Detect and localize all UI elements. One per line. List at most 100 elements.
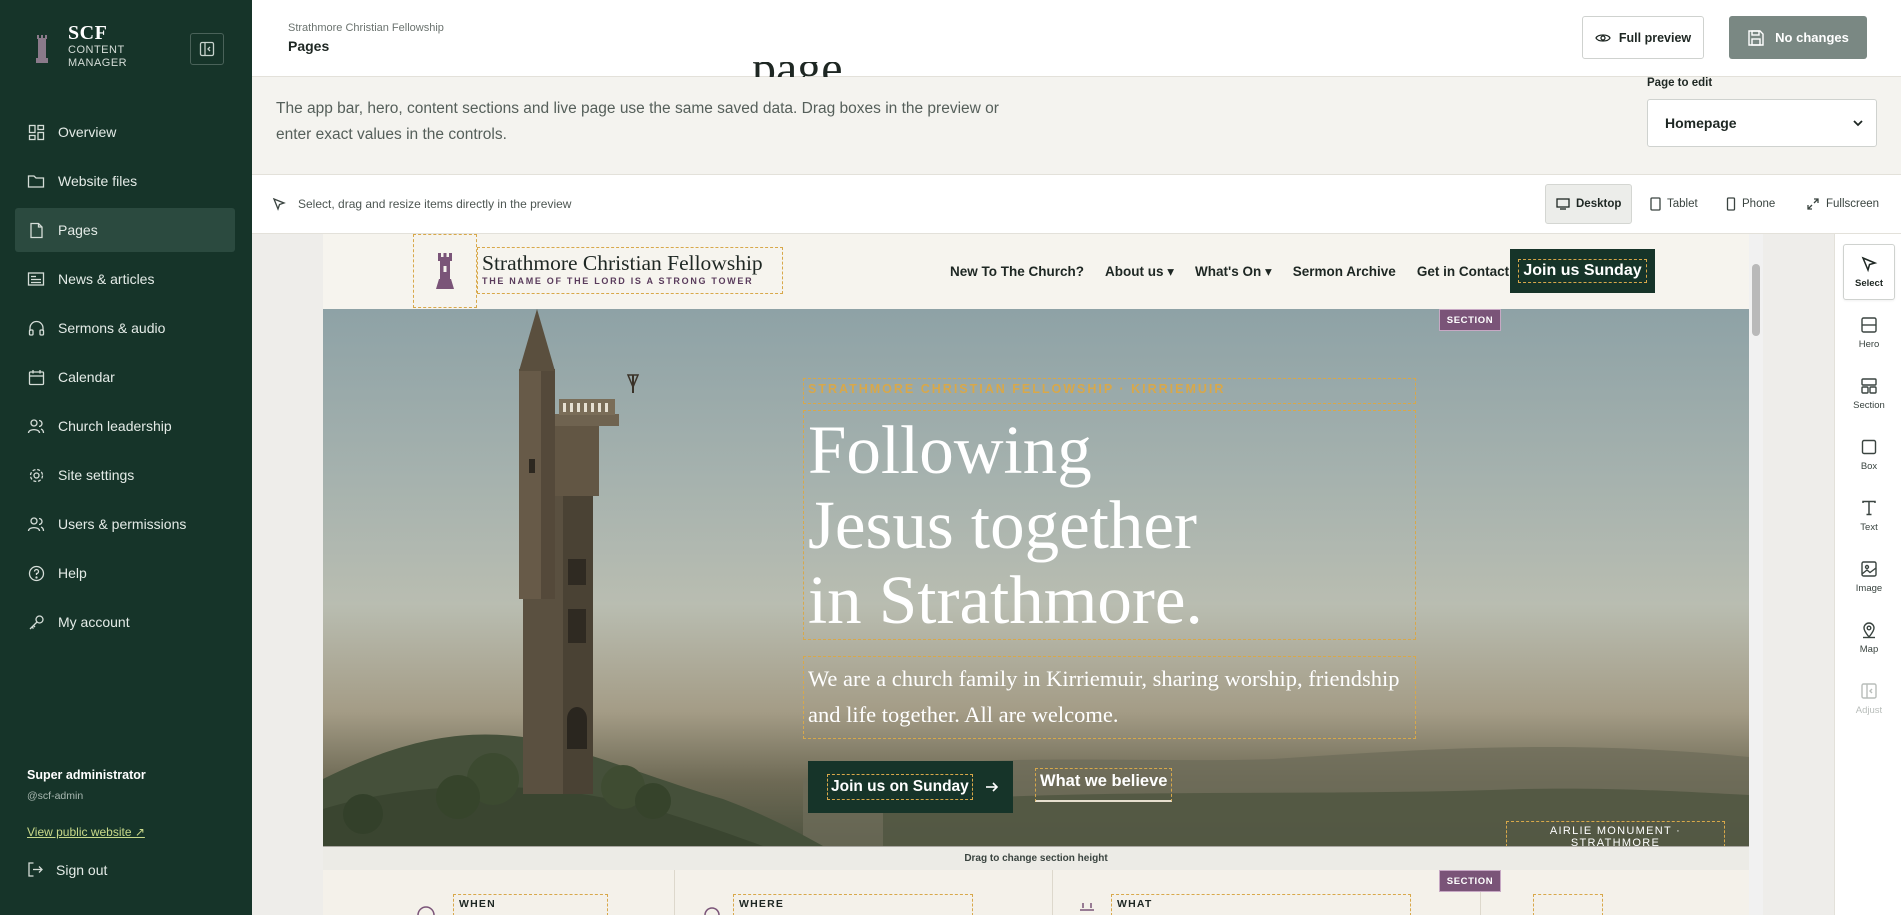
sidebar-item-sermons[interactable]: Sermons & audio (15, 306, 235, 350)
site-nav-about[interactable]: About us ▾ (1105, 264, 1174, 280)
tool-adjust[interactable]: Adjust (1843, 671, 1895, 727)
tool-box[interactable]: Box (1843, 427, 1895, 483)
breadcrumb[interactable]: Strathmore Christian Fellowship (288, 22, 444, 34)
site-cta-button[interactable]: Join us Sunday (1510, 249, 1655, 293)
hero-secondary-button[interactable]: What we believe (1035, 768, 1173, 802)
tool-text[interactable]: Text (1843, 488, 1895, 544)
hero-section[interactable]: SECTION STRATHMORE CHRISTIAN FELLOWSHIP … (323, 309, 1749, 846)
sidebar-item-church-leadership[interactable]: Church leadership (15, 404, 235, 448)
brand[interactable]: SCF CONTENT MANAGER (28, 22, 127, 70)
headphones-icon (27, 319, 45, 337)
sidebar-item-label: Church leadership (58, 418, 172, 434)
tool-label: Hero (1858, 339, 1880, 350)
sidebar-item-my-account[interactable]: My account (15, 600, 235, 644)
sign-out-button[interactable]: Sign out (27, 861, 107, 878)
tool-map[interactable]: Map (1843, 610, 1895, 666)
preview-canvas[interactable]: Strathmore Christian Fellowship THE NAME… (252, 234, 1834, 915)
sidebar-item-help[interactable]: Help (15, 551, 235, 595)
site-nav-sermon-archive[interactable]: Sermon Archive (1293, 264, 1396, 280)
phone-icon (1726, 197, 1736, 211)
tool-section[interactable]: Section (1843, 366, 1895, 422)
tool-label: Section (1853, 400, 1885, 411)
expand-icon (1807, 198, 1819, 210)
sidebar-nav: Overview Website files Pages News & arti… (15, 110, 235, 649)
sidebar-item-website-files[interactable]: Website files (15, 159, 235, 203)
site-motto: THE NAME OF THE LORD IS A STRONG TOWER (482, 276, 754, 286)
sidebar-item-calendar[interactable]: Calendar (15, 355, 235, 399)
tool-rail: Select Hero Section Box Text Image Map A… (1834, 234, 1901, 915)
full-preview-button[interactable]: Full preview (1582, 16, 1704, 59)
site-nav-whats-on[interactable]: What's On ▾ (1195, 264, 1272, 280)
info-column[interactable]: WHEN (323, 870, 675, 915)
device-desktop-button[interactable]: Desktop (1545, 184, 1633, 224)
adjust-icon (1861, 683, 1877, 699)
device-tablet-button[interactable]: Tablet (1640, 184, 1708, 224)
site-app-bar[interactable]: Strathmore Christian Fellowship THE NAME… (323, 234, 1749, 309)
key-icon (27, 613, 45, 631)
sidebar-item-news[interactable]: News & articles (15, 257, 235, 301)
sidebar: SCF CONTENT MANAGER Overview Website fil… (0, 0, 252, 915)
site-name: Strathmore Christian Fellowship (482, 251, 763, 275)
calendar-icon (27, 368, 45, 386)
device-phone-button[interactable]: Phone (1716, 184, 1785, 224)
folder-icon (27, 172, 45, 190)
tool-hero[interactable]: Hero (1843, 305, 1895, 361)
scrollbar-thumb[interactable] (1752, 264, 1760, 336)
user-handle: @scf-admin (27, 790, 84, 802)
sidebar-item-label: News & articles (58, 271, 155, 287)
section-badge[interactable]: SECTION (1439, 870, 1501, 892)
sidebar-item-label: Sermons & audio (58, 320, 166, 336)
brand-title: SCF (68, 22, 108, 44)
sidebar-item-site-settings[interactable]: Site settings (15, 453, 235, 497)
site-logo[interactable] (413, 234, 477, 308)
info-column[interactable]: WHAT (1053, 870, 1481, 915)
save-button[interactable]: No changes (1729, 16, 1867, 59)
cursor-icon (1861, 256, 1878, 273)
site-nav: New To The Church? About us ▾ What's On … (950, 264, 1509, 280)
hero-lede[interactable]: We are a church family in Kirriemuir, sh… (803, 656, 1416, 739)
hero-headline[interactable]: Following Jesus together in Strathmore. (803, 410, 1416, 640)
view-public-website-link[interactable]: View public website ↗ (27, 825, 145, 839)
info-column[interactable]: WHERE (675, 870, 1053, 915)
page-to-edit-label: Page to edit (1647, 77, 1713, 89)
section-block-icon (1861, 378, 1877, 394)
sidebar-item-users-permissions[interactable]: Users & permissions (15, 502, 235, 546)
site-nav-contact[interactable]: Get in Contact (1417, 264, 1509, 280)
info-label-extra[interactable] (1533, 894, 1603, 915)
sidebar-item-label: Users & permissions (58, 516, 187, 532)
tool-select[interactable]: Select (1843, 244, 1895, 300)
tool-label: Map (1859, 644, 1879, 655)
info-column[interactable] (1481, 870, 1749, 915)
tool-image[interactable]: Image (1843, 549, 1895, 605)
tool-label: Text (1860, 522, 1878, 533)
info-label-when[interactable]: WHEN (453, 894, 608, 915)
section-height-handle[interactable]: Drag to change section height (323, 846, 1749, 870)
map-pin-icon (704, 907, 720, 915)
intro-description: The app bar, hero, content sections and … (276, 100, 999, 143)
hero-headline-line: Jesus together (808, 487, 1198, 563)
sidebar-item-overview[interactable]: Overview (15, 110, 235, 154)
arrow-right-icon (985, 782, 998, 792)
page-select[interactable]: Homepage (1647, 99, 1877, 147)
user-role: Super administrator (27, 768, 146, 782)
sidebar-collapse-icon (199, 41, 215, 57)
site-nav-new[interactable]: New To The Church? (950, 264, 1084, 280)
fullscreen-button[interactable]: Fullscreen (1796, 184, 1889, 224)
sidebar-item-pages[interactable]: Pages (15, 208, 235, 252)
hero-eyebrow[interactable]: STRATHMORE CHRISTIAN FELLOWSHIP · KIRRIE… (803, 378, 1416, 404)
collapse-sidebar-button[interactable] (190, 33, 224, 65)
preview-scrollbar[interactable] (1749, 234, 1763, 915)
gear-icon (27, 466, 45, 484)
info-label-what[interactable]: WHAT (1111, 894, 1411, 915)
info-section[interactable]: WHEN WHERE WHAT SECTION (323, 870, 1749, 915)
tower-logo-icon (436, 253, 454, 289)
hero-primary-button[interactable]: Join us on Sunday (808, 761, 1013, 813)
sign-out-label: Sign out (56, 861, 108, 878)
editor-toolbar: Select, drag and resize items directly i… (252, 175, 1901, 234)
info-label-where[interactable]: WHERE (733, 894, 973, 915)
preview-frame[interactable]: Strathmore Christian Fellowship THE NAME… (323, 234, 1763, 915)
sidebar-item-label: My account (58, 614, 130, 630)
site-name-block[interactable]: Strathmore Christian Fellowship THE NAME… (477, 247, 783, 294)
section-badge[interactable]: SECTION (1439, 309, 1501, 331)
hero-image-caption[interactable]: AIRLIE MONUMENT · STRATHMORE (1506, 821, 1725, 846)
